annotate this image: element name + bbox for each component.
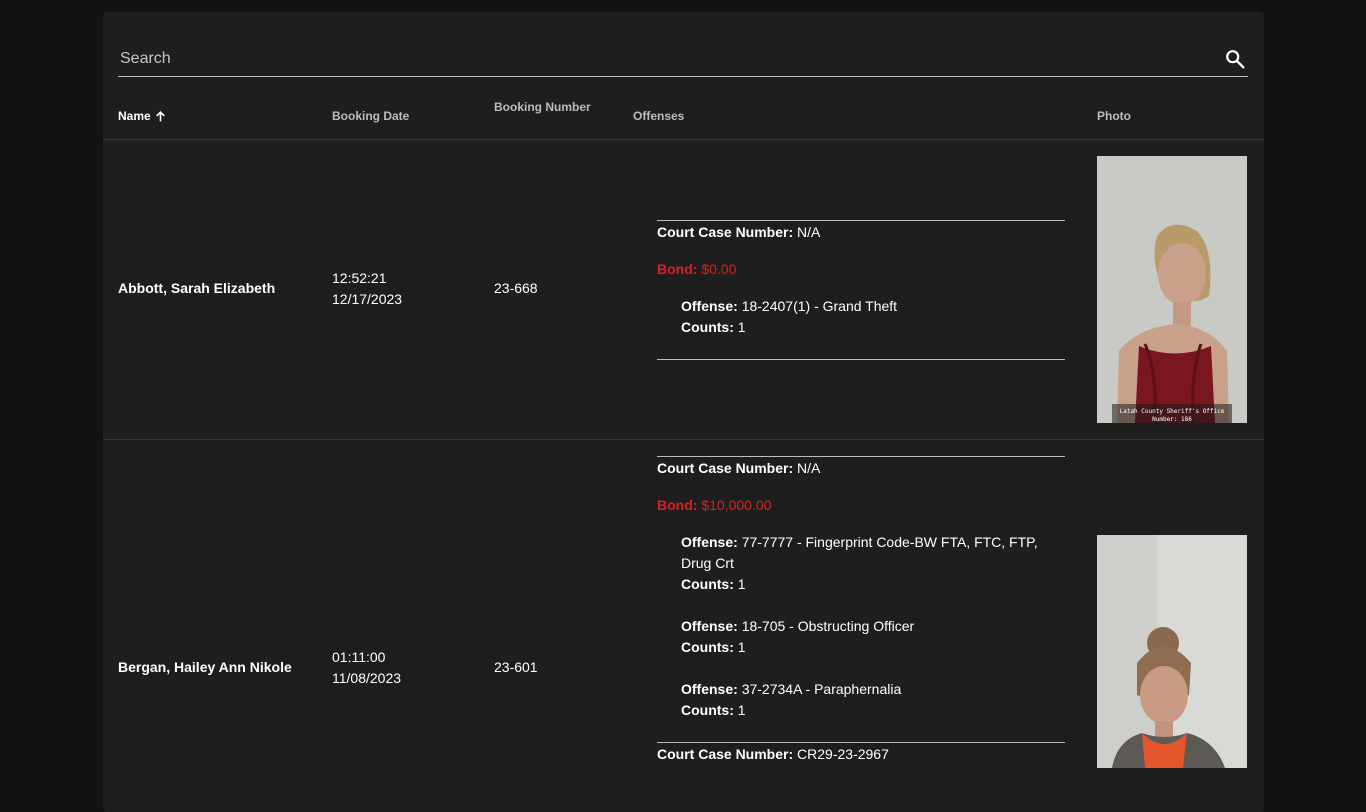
offense-label: Offense: — [681, 618, 738, 634]
row-divider — [103, 439, 1264, 440]
column-header-booking-number[interactable]: Booking Number — [494, 100, 591, 114]
counts-label: Counts: — [681, 576, 734, 592]
offense-text: 18-2407(1) - Grand Theft — [741, 298, 898, 314]
offense-text: 18-705 - Obstructing Officer — [741, 618, 915, 634]
booking-date: 11/08/2023 — [332, 670, 402, 686]
offense-label: Offense: — [681, 298, 738, 314]
bond-amount: $0.00 — [701, 261, 737, 277]
case-divider — [657, 456, 1065, 457]
column-header-offenses[interactable]: Offenses — [633, 109, 684, 123]
photo-caption-line2: Number: 186 — [1152, 416, 1192, 423]
offense-label: Offense: — [681, 534, 738, 550]
counts-label: Counts: — [681, 319, 734, 335]
arrow-up-icon — [155, 110, 165, 121]
court-case-label: Court Case Number: — [657, 460, 794, 476]
bond-line: Bond: $10,000.00 — [657, 495, 1065, 516]
court-case-line: Court Case Number: N/A — [657, 458, 1065, 479]
offense-item: Offense: 37-2734A - Paraphernalia Counts… — [657, 679, 1065, 721]
offense-item: Offense: 18-2407(1) - Grand Theft Counts… — [657, 296, 1065, 338]
bond-label: Bond: — [657, 497, 698, 513]
bond-label: Bond: — [657, 261, 698, 277]
case-divider — [657, 742, 1065, 743]
column-header-name[interactable]: Name — [118, 109, 167, 123]
offenses-block: Court Case Number: N/A Bond: $10,000.00 … — [657, 456, 1065, 765]
court-case-line: Court Case Number: CR29-23-2967 — [657, 744, 1065, 765]
column-header-booking-date[interactable]: Booking Date — [332, 109, 409, 123]
offenses-block: Court Case Number: N/A Bond: $0.00 Offen… — [657, 220, 1065, 360]
inmate-roster-panel: Name Booking Date Booking Number Offense… — [103, 12, 1264, 812]
booking-time: 01:11:00 — [332, 649, 386, 665]
inmate-name: Bergan, Hailey Ann Nikole — [118, 659, 292, 675]
booking-number: 23-668 — [494, 280, 538, 296]
counts-value: 1 — [737, 702, 746, 718]
court-case-number: N/A — [797, 224, 821, 240]
search-icon[interactable] — [1224, 48, 1246, 70]
header-divider — [103, 139, 1264, 140]
column-header-photo[interactable]: Photo — [1097, 109, 1131, 123]
booking-date: 12/17/2023 — [332, 291, 403, 307]
booking-photo[interactable]: Latah County Sheriff's Office Number: 18… — [1097, 156, 1247, 423]
counts-value: 1 — [737, 319, 746, 335]
photo-caption-line1: Latah County Sheriff's Office — [1120, 408, 1225, 415]
counts-value: 1 — [737, 639, 746, 655]
inmate-name: Abbott, Sarah Elizabeth — [118, 280, 276, 296]
case-divider — [657, 220, 1065, 221]
search-bar — [118, 40, 1248, 77]
case-divider — [657, 359, 1065, 360]
offense-text: 37-2734A - Paraphernalia — [741, 681, 902, 697]
column-header-name-label: Name — [118, 109, 151, 123]
offense-label: Offense: — [681, 681, 738, 697]
court-case-line: Court Case Number: N/A — [657, 222, 1065, 243]
court-case-number: N/A — [797, 460, 821, 476]
booking-time: 12:52:21 — [332, 270, 387, 286]
bond-amount: $10,000.00 — [701, 497, 772, 513]
court-case-label: Court Case Number: — [657, 224, 794, 240]
offense-item: Offense: 18-705 - Obstructing Officer Co… — [657, 616, 1065, 658]
counts-label: Counts: — [681, 702, 734, 718]
booking-photo[interactable] — [1097, 535, 1247, 768]
court-case-number: CR29-23-2967 — [797, 746, 889, 762]
booking-number: 23-601 — [494, 659, 538, 675]
bond-line: Bond: $0.00 — [657, 259, 1065, 280]
offense-item: Offense: 77-7777 - Fingerprint Code-BW F… — [657, 532, 1065, 595]
court-case-label: Court Case Number: — [657, 746, 794, 762]
counts-label: Counts: — [681, 639, 734, 655]
search-input[interactable] — [118, 46, 1212, 72]
counts-value: 1 — [737, 576, 746, 592]
